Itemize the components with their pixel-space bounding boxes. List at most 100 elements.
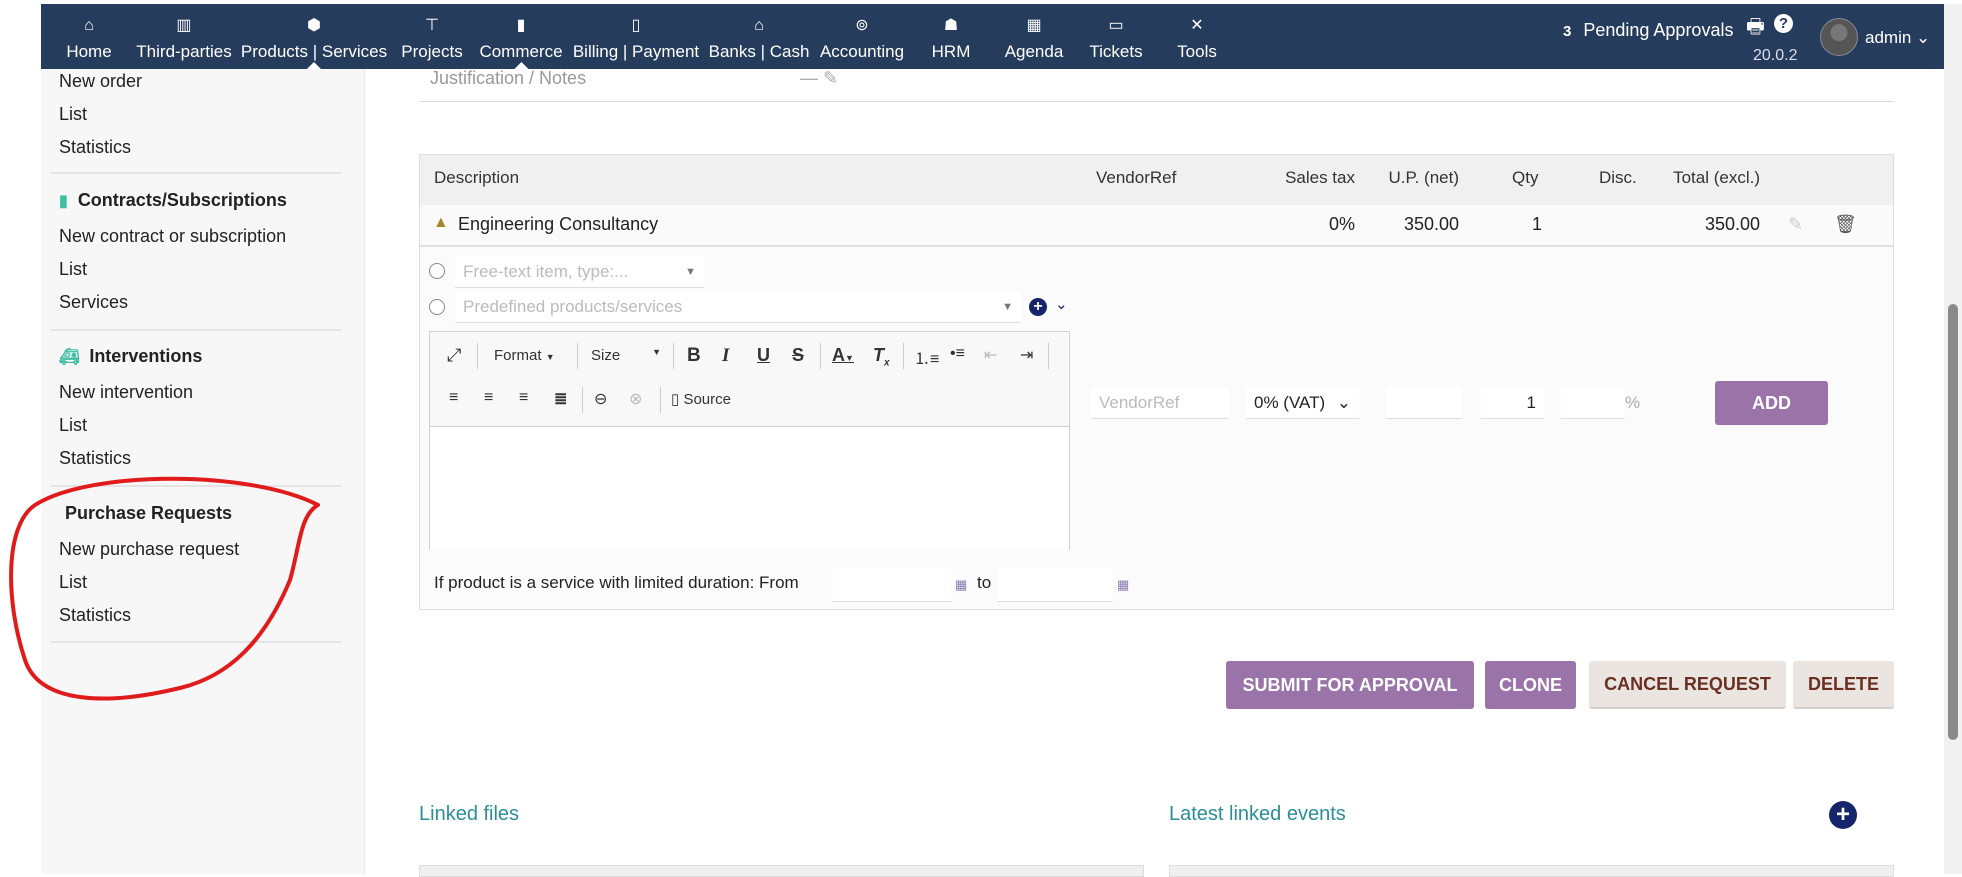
nav-commerce[interactable]: ▮ Commerce <box>479 4 563 69</box>
date-from-input[interactable] <box>833 568 951 602</box>
underline-icon[interactable]: U <box>757 345 770 366</box>
bullet-list-icon[interactable]: •≡ <box>950 345 965 363</box>
justification-edit[interactable]: — ✎ <box>800 68 838 89</box>
unit-price-input[interactable] <box>1386 387 1462 419</box>
linked-events-box <box>1169 865 1894 877</box>
size-dropdown[interactable]: Size ▼ <box>591 347 661 364</box>
nav-products-services[interactable]: ⬢ Products | Services <box>241 4 387 69</box>
calendar-icon[interactable]: ▦ <box>1117 577 1129 593</box>
building-icon: ▥ <box>176 17 192 34</box>
nav-tools[interactable]: ✕ Tools <box>1177 4 1217 69</box>
numbered-list-icon[interactable]: ⒈≡ <box>914 345 939 369</box>
service-bell-icon: ▲ <box>433 214 449 231</box>
free-text-type-select[interactable]: Free-text item, type:... ▼ <box>455 256 704 288</box>
cancel-request-button[interactable]: CANCEL REQUEST <box>1589 661 1786 709</box>
align-right-icon[interactable]: ≡ <box>519 389 528 407</box>
nav-banks-cash[interactable]: ⌂ Banks | Cash <box>709 4 810 69</box>
justify-icon[interactable]: ≣ <box>554 389 567 409</box>
nav-agenda[interactable]: ▦ Agenda <box>1005 4 1064 69</box>
nav-label: Third-parties <box>136 42 232 61</box>
italic-icon[interactable]: I <box>722 345 729 367</box>
sidebar-contract-services[interactable]: Services <box>59 292 128 313</box>
sitemap-icon: ⊤ <box>425 17 439 34</box>
remove-format-icon[interactable]: Tx <box>873 345 890 369</box>
sidebar-order-statistics[interactable]: Statistics <box>59 137 131 158</box>
justification-label: Justification / Notes <box>430 68 587 88</box>
format-dropdown[interactable]: Format ▼ <box>494 347 555 364</box>
outdent-icon[interactable]: ⇤ <box>984 345 997 365</box>
sidebar-purchase-statistics[interactable]: Statistics <box>59 605 131 626</box>
maximize-icon[interactable]: ⤢ <box>447 345 461 366</box>
vat-select[interactable]: 0% (VAT) ⌄ <box>1246 387 1359 419</box>
avatar[interactable] <box>1820 18 1858 56</box>
bold-icon[interactable]: B <box>687 345 701 367</box>
sidebar-new-contract[interactable]: New contract or subscription <box>59 226 286 247</box>
scrollbar[interactable] <box>1944 4 1962 874</box>
dropdown-arrow-icon: ▼ <box>1002 300 1013 313</box>
delete-button[interactable]: DELETE <box>1793 661 1894 709</box>
col-disc: Disc. <box>1599 168 1637 187</box>
nav-label: Banks | Cash <box>708 42 810 61</box>
strikethrough-icon[interactable]: S <box>792 345 804 366</box>
user-tie-icon: ☗ <box>943 17 959 34</box>
editor-body[interactable] <box>430 426 1069 550</box>
nav-projects[interactable]: ⊤ Projects <box>401 4 462 69</box>
pending-approvals-link[interactable]: 3 Pending Approvals <box>1563 20 1733 41</box>
predefined-product-select[interactable]: Predefined products/services ▼ <box>455 291 1021 323</box>
vendorref-input[interactable]: VendorRef <box>1091 387 1229 419</box>
col-qty: Qty <box>1512 168 1539 187</box>
text-color-icon[interactable]: A▼ <box>832 345 854 366</box>
nav-tickets[interactable]: ▭ Tickets <box>1089 4 1142 69</box>
nav-third-parties[interactable]: ▥ Third-parties <box>136 4 231 69</box>
delete-line-trash-icon[interactable]: 🗑︎ <box>1834 214 1857 235</box>
align-left-icon[interactable]: ≡ <box>449 389 458 407</box>
col-description: Description <box>434 168 520 187</box>
edit-line-pencil-icon[interactable]: ✎ <box>1788 214 1803 235</box>
help-icon[interactable]: ? <box>1774 14 1793 33</box>
divider <box>419 101 1894 102</box>
nav-label: Tools <box>1177 42 1217 61</box>
unlink-icon[interactable]: ⊗ <box>629 389 642 409</box>
sidebar-intervention-list[interactable]: List <box>59 415 87 436</box>
calendar-icon[interactable]: ▦ <box>955 577 967 593</box>
linked-files-heading: Linked files <box>419 803 520 825</box>
submit-for-approval-button[interactable]: SUBMIT FOR APPROVAL <box>1226 661 1474 709</box>
linked-events-heading: Latest linked events <box>1169 803 1346 825</box>
sidebar-order-list[interactable]: List <box>59 104 87 125</box>
col-sales-tax: Sales tax <box>1285 168 1355 187</box>
sidebar-purchase-list[interactable]: List <box>59 572 87 593</box>
nav-label: Commerce <box>479 42 563 61</box>
sidebar-new-intervention[interactable]: New intervention <box>59 382 193 403</box>
sidebar-new-purchase-request[interactable]: New purchase request <box>59 539 239 560</box>
link-icon[interactable]: ⊖ <box>594 389 607 409</box>
sidebar-new-order[interactable]: New order <box>59 71 142 92</box>
duration-label: If product is a service with limited dur… <box>434 573 799 592</box>
clone-button[interactable]: CLONE <box>1485 661 1576 709</box>
qty-input[interactable]: 1 <box>1481 387 1544 419</box>
discount-input[interactable] <box>1561 387 1625 419</box>
indent-icon[interactable]: ⇥ <box>1020 345 1033 365</box>
add-event-plus-icon[interactable]: + <box>1829 801 1857 829</box>
source-button[interactable]: ▯ Source <box>671 390 731 408</box>
sidebar-intervention-statistics[interactable]: Statistics <box>59 448 131 469</box>
nav-billing-payment[interactable]: ▯ Billing | Payment <box>573 4 699 69</box>
align-center-icon[interactable]: ≡ <box>484 389 493 407</box>
scrollbar-thumb[interactable] <box>1948 304 1958 740</box>
print-icon[interactable]: 🖶 <box>1746 12 1765 46</box>
nav-hrm[interactable]: ☗ HRM <box>932 4 971 69</box>
sidebar-contract-list[interactable]: List <box>59 259 87 280</box>
free-text-radio[interactable] <box>429 263 445 279</box>
user-menu[interactable]: admin ⌄ <box>1865 28 1930 48</box>
nav-label: Agenda <box>1004 42 1064 61</box>
chevron-down-icon[interactable]: ⌄ <box>1055 295 1068 313</box>
col-total: Total (excl.) <box>1673 168 1760 187</box>
predefined-radio[interactable] <box>429 299 445 315</box>
date-to-input[interactable] <box>997 568 1113 602</box>
nav-home[interactable]: ⌂ Home <box>66 4 111 69</box>
nav-accounting[interactable]: ⊚ Accounting <box>820 4 904 69</box>
add-product-plus-icon[interactable]: + <box>1029 298 1047 316</box>
to-label: to <box>977 573 992 592</box>
nav-label: HRM <box>931 42 971 61</box>
chevron-down-icon: ⌄ <box>1916 28 1931 47</box>
add-line-button[interactable]: ADD <box>1715 381 1828 425</box>
